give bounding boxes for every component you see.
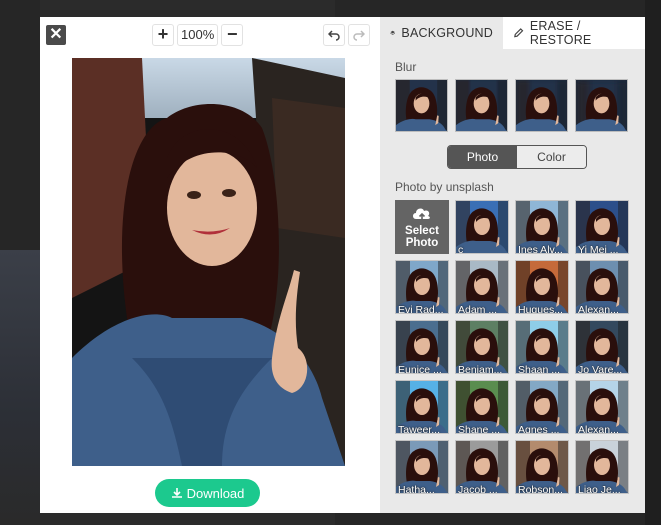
background-photo-option[interactable]: Robson... [515,440,569,494]
background-photo-option[interactable]: Jo Vare... [575,320,629,374]
blur-option[interactable] [395,79,448,132]
tab-erase-restore[interactable]: ERASE / RESTORE [503,17,645,49]
photo-author-caption: Shaan ... [518,364,561,374]
photo-author-caption: Hatha... [398,484,435,494]
photo-author-caption: Robson... [518,484,563,494]
layers-icon [390,30,396,35]
background-photo-option[interactable]: Hatha... [395,440,449,494]
editor-modal: ✕ + 100% − Download BACKGROUND ERASE / R… [40,17,645,513]
background-photo-option[interactable]: Alexan... [575,380,629,434]
undo-icon [328,30,340,41]
photo-author-caption: Evi Rad... [398,304,444,314]
background-photo-option[interactable]: Taweer... [395,380,449,434]
zoom-in-button[interactable]: + [152,24,174,46]
toggle-photo[interactable]: Photo [448,146,517,168]
photo-author-caption: Alexan... [578,424,619,434]
photo-author-caption: Benjam... [458,364,503,374]
background-photo-option[interactable]: Ines Alv... [515,200,569,254]
subject-photo [72,58,345,466]
background-photo-option[interactable]: c [455,200,509,254]
redo-button[interactable] [348,24,370,46]
plus-icon: + [157,24,169,44]
settings-panel: BACKGROUND ERASE / RESTORE Blur Photo Co… [380,17,645,513]
photo-author-caption: Ines Alv... [518,244,563,254]
tab-erase-label: ERASE / RESTORE [529,19,592,47]
minus-icon: − [226,24,238,44]
blur-option[interactable] [515,79,568,132]
photo-author-caption: Hugues... [518,304,563,314]
blur-options [395,79,628,132]
photo-author-caption: Jacob ... [458,484,498,494]
cloud-upload-icon [413,208,430,221]
download-button[interactable]: Download [155,479,260,507]
background-photo-strip [0,250,40,525]
photo-author-caption: Adam ... [458,304,498,314]
photo-source-label: Photo by unsplash [395,180,494,194]
photo-author-caption: Taweer... [398,424,441,434]
download-icon [171,488,182,498]
background-photo-option[interactable]: Shaan ... [515,320,569,374]
background-edge [645,0,661,525]
background-photo-option[interactable]: Agnes ... [515,380,569,434]
toggle-color[interactable]: Color [517,146,586,168]
zoom-level: 100% [177,24,219,46]
background-photo-option[interactable]: Liao Je... [575,440,629,494]
download-label: Download [186,485,245,501]
tab-background[interactable]: BACKGROUND [380,17,503,49]
photo-author-caption: Eunice ... [398,364,442,374]
select-photo-button[interactable]: Select Photo [395,200,449,254]
background-photo-option[interactable]: Yi Mei ... [575,200,629,254]
background-photo-option[interactable]: Adam ... [455,260,509,314]
background-photo-option[interactable]: Benjam... [455,320,509,374]
zoom-out-button[interactable]: − [221,24,244,46]
background-photo-option[interactable]: Jacob ... [455,440,509,494]
background-photo-option[interactable]: Hugues... [515,260,569,314]
blur-option[interactable] [575,79,628,132]
history-controls [323,24,370,46]
photo-author-caption: Shane ... [458,424,501,434]
background-photo-option[interactable]: Shane ... [455,380,509,434]
close-button[interactable]: ✕ [46,25,66,45]
photo-author-caption: Agnes ... [518,424,560,434]
close-icon: ✕ [49,26,63,43]
photo-author-caption: c [458,244,464,254]
select-photo-label: Select Photo [405,225,439,249]
tab-background-label: BACKGROUND [401,26,493,40]
panel-tabs: BACKGROUND ERASE / RESTORE [380,17,645,49]
redo-icon [353,30,365,41]
photo-author-caption: Liao Je... [578,484,621,494]
blur-label: Blur [395,60,417,74]
background-photo-option[interactable]: Evi Rad... [395,260,449,314]
blur-option[interactable] [455,79,508,132]
photo-color-toggle: Photo Color [447,145,587,169]
photo-author-caption: Yi Mei ... [578,244,619,254]
zoom-controls: + 100% − [152,24,244,46]
photo-editor-area: ✕ + 100% − Download [40,17,380,513]
background-photo-grid: Select Photo c Ines Alv... Yi Mei ... Ev… [395,200,635,494]
photo-author-caption: Jo Vare... [578,364,623,374]
background-photo-option[interactable]: Eunice ... [395,320,449,374]
background-photo-option[interactable]: Alexan... [575,260,629,314]
pencil-icon [514,28,524,38]
undo-button[interactable] [323,24,345,46]
photo-canvas[interactable] [72,58,345,466]
photo-author-caption: Alexan... [578,304,619,314]
